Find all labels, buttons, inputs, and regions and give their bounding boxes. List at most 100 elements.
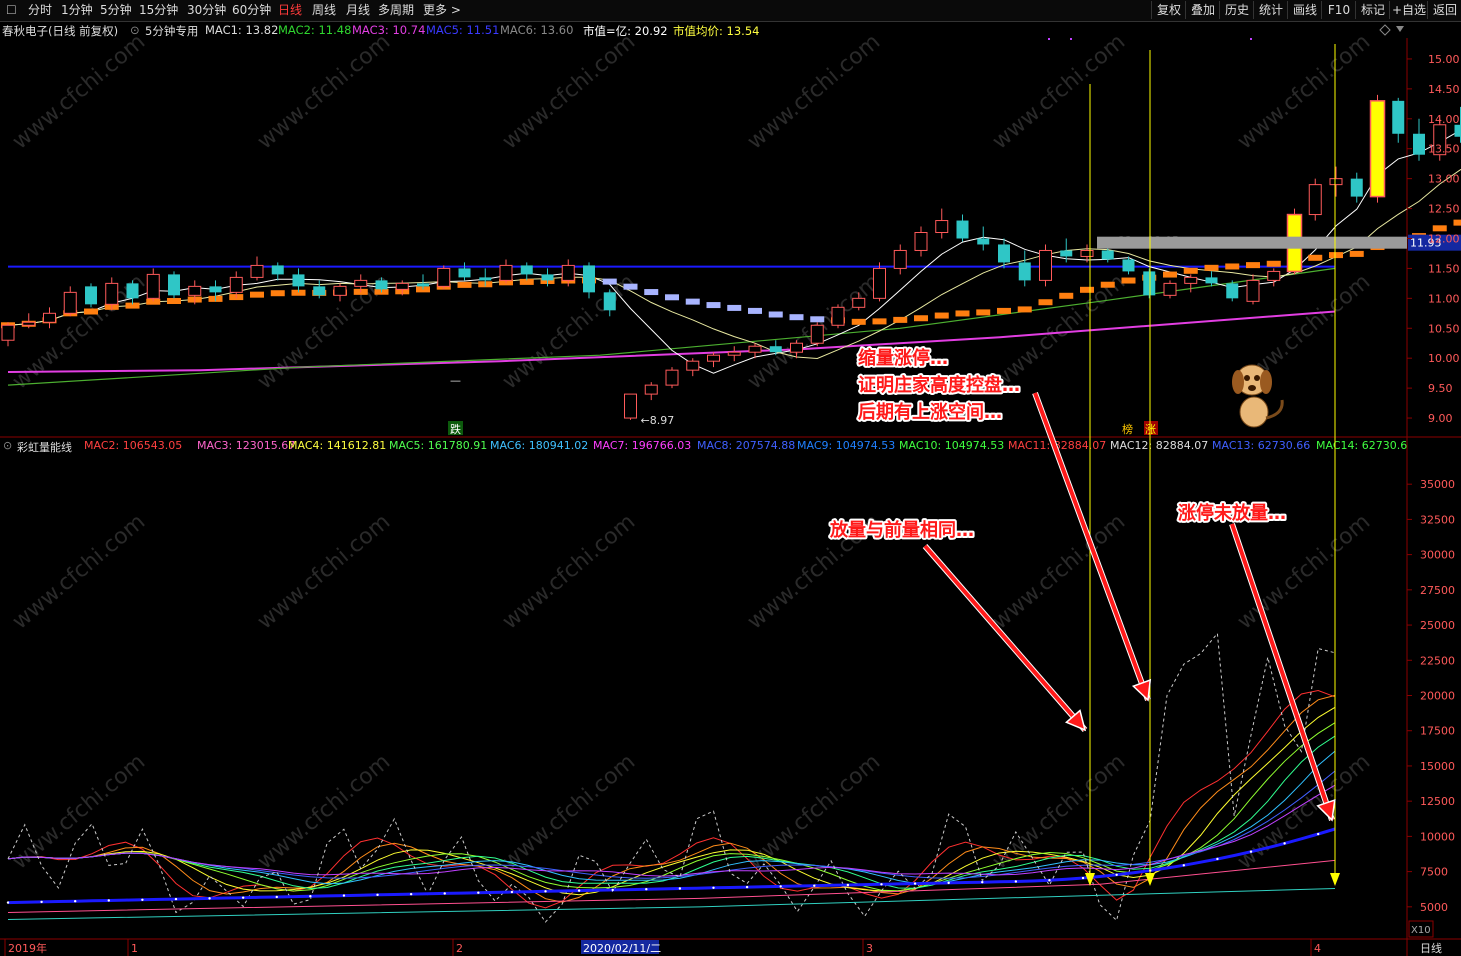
- toolbar-button-8[interactable]: 返回: [1427, 1, 1461, 19]
- toolbar-button-2[interactable]: 历史: [1219, 1, 1254, 19]
- volume-tick-label: 30000: [1420, 549, 1455, 562]
- watermark-text: www.cfchi.com: [253, 29, 395, 154]
- volume-ma-dot: [376, 893, 379, 897]
- volume-ma-dot: [1081, 876, 1085, 880]
- low-volume-line-pink: [7, 859, 1336, 913]
- marker-down-arrow-icon: [1145, 873, 1155, 886]
- annotation-equal-volume-outline: 放量与前量相同…: [829, 519, 974, 541]
- arrow-equal-volume-outline: [922, 544, 1088, 732]
- ma-step-mark: [685, 298, 700, 305]
- period-tab-6[interactable]: 日线: [278, 2, 302, 18]
- ma-step-mark: [748, 307, 762, 314]
- ma-step-mark: [457, 281, 472, 288]
- ma-step-mark: [436, 283, 451, 290]
- price-tick-label: 14.00: [1428, 113, 1460, 126]
- volume-ma-dot: [342, 894, 346, 897]
- toolbar-button-7[interactable]: +自选: [1389, 1, 1428, 19]
- candle-up: [229, 276, 243, 293]
- watermark-text: www.cfchi.com: [8, 269, 150, 394]
- volume-ma-dot: [40, 900, 43, 904]
- toolbar-button-5[interactable]: F10: [1321, 1, 1356, 19]
- price-tick-label: 9.50: [1428, 382, 1453, 395]
- volume-ma-dot: [174, 897, 178, 901]
- watermark-text: www.cfchi.com: [988, 269, 1130, 394]
- period-tab-3[interactable]: 15分钟: [139, 2, 178, 18]
- period-tab-9[interactable]: 多周期: [378, 2, 414, 18]
- toolbar-button-3[interactable]: 统计: [1253, 1, 1288, 19]
- volume-tick-label: 32500: [1420, 513, 1455, 526]
- candle-down: [1392, 100, 1405, 134]
- ma-step-mark: [997, 307, 1011, 314]
- candle-up: [1184, 276, 1198, 284]
- candle-down: [1143, 271, 1156, 296]
- main-chart[interactable]: www.cfchi.com www.cfchi.com www.cfchi.com w…: [0, 0, 1461, 956]
- candle-up: [624, 393, 637, 419]
- ma-step-mark: [499, 279, 513, 286]
- toolbar-button-4[interactable]: 画线: [1287, 1, 1322, 19]
- period-tab-7[interactable]: 周线: [312, 2, 336, 18]
- volume-ma-dot: [1014, 880, 1018, 883]
- dog-ear: [1232, 370, 1244, 394]
- candle-down: [375, 280, 388, 290]
- tag-zhang-box: [1144, 421, 1158, 435]
- watermark-text: www.cfchi.com: [498, 29, 640, 154]
- month-label: 1: [131, 942, 138, 955]
- period-tab-4[interactable]: 30分钟: [187, 2, 226, 18]
- period-tab-10[interactable]: 更多 >: [423, 2, 461, 18]
- volume-tick-label: 7500: [1420, 866, 1448, 879]
- volume-tick-label: 22500: [1420, 654, 1455, 667]
- candle-up: [790, 342, 803, 353]
- candle-up: [146, 273, 160, 299]
- tag-die-box: [448, 421, 463, 435]
- candle-up: [707, 354, 720, 362]
- watermark-text: www.cfchi.com: [743, 749, 885, 874]
- candle-up: [1267, 270, 1281, 281]
- stock-name[interactable]: 春秋电子(日线 前复权): [2, 23, 118, 39]
- mascot-dog-icon: [1232, 364, 1284, 428]
- volume-ma-dot: [107, 899, 110, 902]
- candle-up: [22, 321, 36, 326]
- period-tab-2[interactable]: 5分钟: [100, 2, 132, 18]
- toolbar-button-0[interactable]: 复权: [1151, 1, 1186, 19]
- period-tab-8[interactable]: 月线: [346, 2, 370, 18]
- ma-step-mark: [789, 314, 804, 321]
- ma-step-mark: [125, 302, 140, 309]
- volume-mac-7: MAC9: 104974.53: [797, 439, 896, 452]
- candle-up: [1433, 124, 1447, 156]
- candle-down: [541, 274, 554, 281]
- volume-ma-dot: [880, 883, 883, 886]
- price-tick-label: 15.00: [1428, 53, 1460, 66]
- candle-down: [168, 274, 180, 296]
- candle-up: [499, 264, 513, 281]
- arrow-no-volume-head: [1316, 798, 1336, 822]
- volume-mac-1: MAC3: 123015.67: [197, 439, 296, 452]
- volume-settings-icon[interactable]: ⊙: [3, 439, 12, 452]
- period-tab-5[interactable]: 60分钟: [232, 2, 271, 18]
- candle-up: [1163, 282, 1177, 296]
- volume-ma-dot: [241, 896, 245, 899]
- watermark-text: www.cfchi.com: [8, 749, 150, 874]
- indicator-name[interactable]: 5分钟专用: [145, 23, 198, 39]
- candle-up: [665, 369, 679, 386]
- month-label: 2019年: [8, 941, 47, 955]
- period-tab-0[interactable]: 分时: [28, 2, 52, 18]
- settings-icon[interactable]: ☐: [6, 2, 17, 18]
- toolbar-button-1[interactable]: 叠加: [1185, 1, 1220, 19]
- volume-ma-dot: [981, 880, 984, 884]
- watermark-text: www.cfchi.com: [253, 269, 395, 394]
- toolbar-button-6[interactable]: 标记: [1355, 1, 1390, 19]
- ma-step-mark: [1204, 264, 1219, 271]
- volume-ma-dot: [544, 890, 547, 893]
- volume-indicator-title[interactable]: 彩虹量能线: [17, 439, 72, 454]
- candle-down: [998, 244, 1010, 263]
- price-tick-label: 11.50: [1428, 262, 1460, 275]
- candle-up: [1246, 279, 1260, 302]
- price-tick-label: 12.00: [1428, 232, 1460, 245]
- period-tab-1[interactable]: 1分钟: [61, 2, 93, 18]
- candle-up: [43, 312, 56, 323]
- volume-ma-dot: [477, 891, 480, 894]
- indicator-chevron-icon[interactable]: ⊙: [130, 23, 140, 37]
- candle-down: [603, 292, 616, 311]
- rainbow-volume-line-5: [7, 750, 1336, 885]
- volume-ma-dot: [409, 892, 413, 896]
